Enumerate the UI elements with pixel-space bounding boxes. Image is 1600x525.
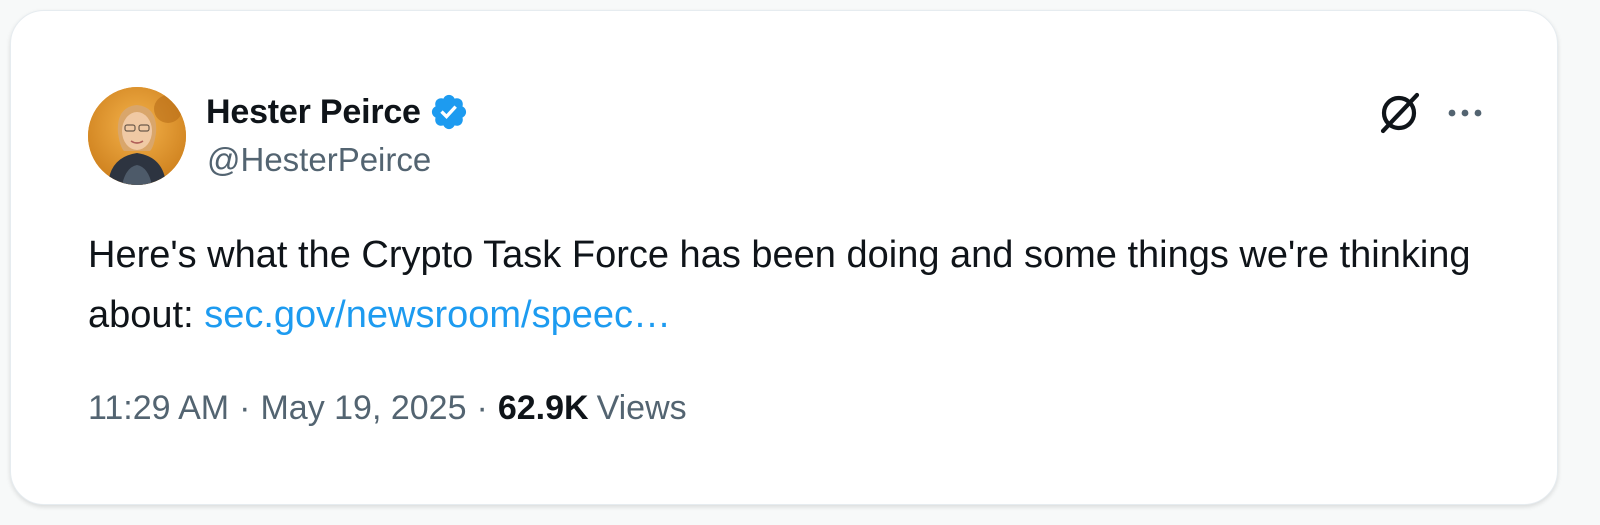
views-count: 62.9K: [497, 389, 589, 427]
tweet-text: Here's what the Crypto Task Force has be…: [88, 225, 1508, 345]
more-options-icon[interactable]: [1443, 93, 1487, 133]
tweet-link[interactable]: sec.gov/newsroom/speec…: [204, 294, 671, 336]
verified-badge-icon: [431, 94, 466, 130]
author-handle[interactable]: @HesterPeirce: [207, 141, 431, 179]
meta-separator: ·: [239, 389, 251, 427]
avatar[interactable]: [88, 87, 186, 185]
tweet-meta: 11:29 AM · May 19, 2025 · 62.9K Views: [88, 389, 687, 428]
tweet-date[interactable]: May 19, 2025: [260, 389, 466, 428]
x-logo-icon[interactable]: [1375, 89, 1423, 137]
meta-separator: ·: [476, 389, 488, 427]
views-label: Views: [596, 389, 687, 427]
avatar-photo: [88, 87, 186, 185]
tweet-time[interactable]: 11:29 AM: [88, 389, 229, 428]
author-name-row: Hester Peirce: [206, 91, 469, 133]
tweet-card: Hester Peirce @HesterPeirce Here's what …: [10, 10, 1558, 505]
author-display-name[interactable]: Hester Peirce: [206, 93, 421, 132]
